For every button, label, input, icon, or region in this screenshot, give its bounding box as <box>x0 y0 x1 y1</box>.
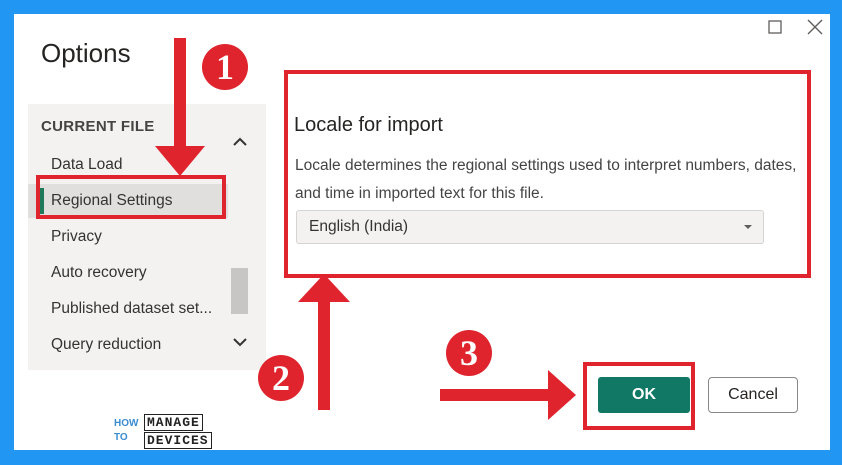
arrow-2-head <box>298 274 350 302</box>
arrow-1-head <box>155 146 205 176</box>
annotation-arrows <box>155 38 576 420</box>
step-badge-3: 3 <box>446 330 492 376</box>
step-badge-1: 1 <box>202 44 248 90</box>
arrow-1-shaft <box>174 38 186 148</box>
arrow-2-shaft <box>318 300 330 410</box>
step-badge-2: 2 <box>258 355 304 401</box>
arrow-3-shaft <box>440 389 550 401</box>
arrow-3-head <box>548 370 576 420</box>
